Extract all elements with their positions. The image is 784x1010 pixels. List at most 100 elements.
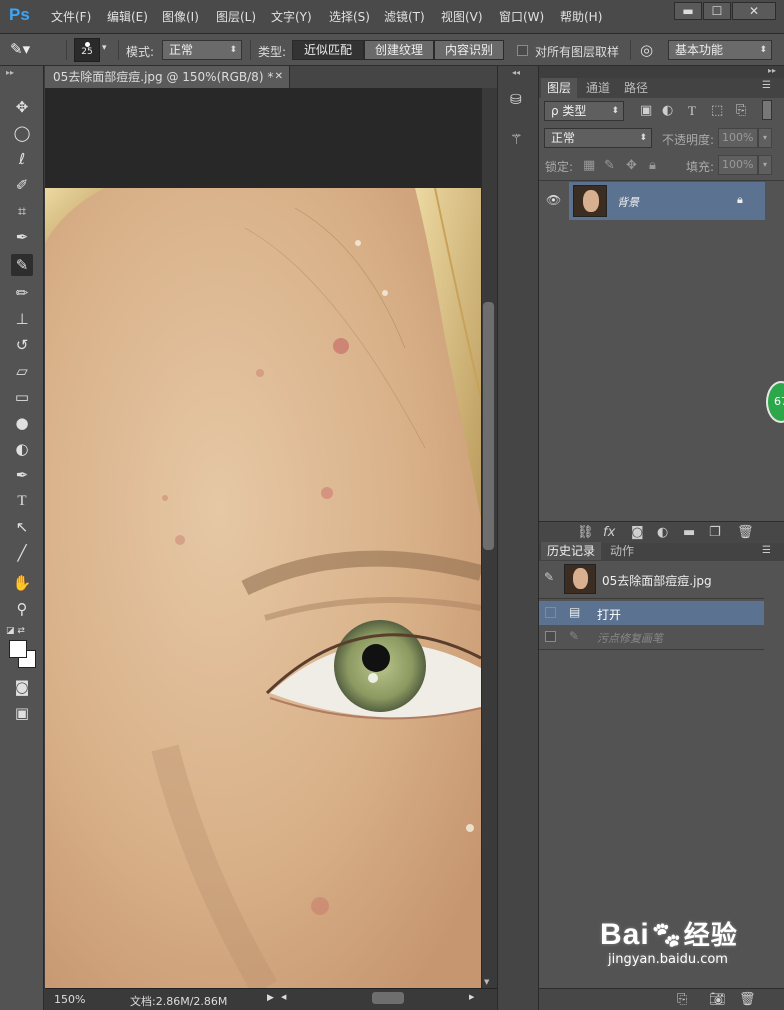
type-proximity-match[interactable]: 近似匹配 <box>292 40 364 60</box>
filter-type-icon[interactable]: T <box>688 103 696 119</box>
history-brush-source-checkbox[interactable] <box>545 631 556 642</box>
menu-filter[interactable]: 滤镜(T) <box>384 8 425 25</box>
tab-channels[interactable]: 通道 <box>580 78 616 98</box>
minimize-button[interactable]: ▬ <box>674 2 702 20</box>
fx-icon[interactable]: fx <box>603 525 615 540</box>
tool-presets-icon[interactable]: ⚚ <box>510 132 523 148</box>
horizontal-scroll-thumb[interactable] <box>372 992 404 1004</box>
pressure-icon[interactable]: ◎ <box>640 41 653 59</box>
document-tab[interactable]: 05去除面部痘痘.jpg @ 150%(RGB/8) * ✕ <box>45 66 290 88</box>
filter-adjustment-icon[interactable]: ◐ <box>662 103 673 118</box>
default-colors-icon[interactable]: ◪ ⇄ <box>6 626 25 636</box>
foreground-color-swatch[interactable] <box>9 640 27 658</box>
menu-type[interactable]: 文字(Y) <box>271 8 312 25</box>
collapse-icon[interactable]: ▸▸ <box>6 68 14 77</box>
vertical-scroll-thumb[interactable] <box>483 302 494 550</box>
menu-file[interactable]: 文件(F) <box>51 8 91 25</box>
menu-layer[interactable]: 图层(L) <box>216 8 256 25</box>
new-layer-icon[interactable]: ❐ <box>709 525 721 540</box>
fill-field[interactable]: 100% <box>718 155 758 175</box>
add-mask-icon[interactable]: ◙ <box>631 525 644 540</box>
hand-tool-icon[interactable]: ✋ <box>11 572 33 594</box>
lock-transparent-icon[interactable]: ▦ <box>583 158 595 173</box>
mode-select[interactable]: 正常 ⬍ <box>162 40 242 60</box>
lock-image-icon[interactable]: ✎ <box>604 158 615 173</box>
menu-image[interactable]: 图像(I) <box>162 8 199 25</box>
snapshot-source-brush-icon[interactable]: ✎ <box>544 570 554 584</box>
type-tool-icon[interactable]: T <box>11 490 33 512</box>
menu-select[interactable]: 选择(S) <box>329 8 370 25</box>
opacity-field[interactable]: 100% <box>718 128 758 148</box>
clone-stamp-icon[interactable]: ⊥ <box>11 308 33 330</box>
crop-tool-icon[interactable]: ⌗ <box>11 200 33 222</box>
snapshot-name[interactable]: 05去除面部痘痘.jpg <box>602 572 712 589</box>
menu-edit[interactable]: 编辑(E) <box>107 8 148 25</box>
spot-healing-brush-icon[interactable]: ✎ <box>11 254 33 276</box>
collapse-icon[interactable]: ▸▸ <box>768 66 776 75</box>
path-select-icon[interactable]: ↖ <box>11 516 33 538</box>
menu-window[interactable]: 窗口(W) <box>499 8 544 25</box>
status-menu-arrow-icon[interactable]: ▶ <box>267 993 274 1003</box>
lock-all-icon[interactable]: 🔒︎ <box>649 158 656 173</box>
maximize-button[interactable]: ☐ <box>703 2 731 20</box>
history-brush-icon[interactable]: ↺ <box>11 334 33 356</box>
tab-paths[interactable]: 路径 <box>618 78 654 98</box>
close-tab-icon[interactable]: ✕ <box>275 66 283 88</box>
tab-history[interactable]: 历史记录 <box>541 542 602 560</box>
chevron-down-icon[interactable]: ▾ <box>758 155 772 175</box>
quick-mask-icon[interactable]: ◙ <box>11 676 33 698</box>
tab-layers[interactable]: 图层 <box>541 78 578 98</box>
menu-view[interactable]: 视图(V) <box>441 8 483 25</box>
gradient-tool-icon[interactable]: ▭ <box>11 386 33 408</box>
blur-tool-icon[interactable]: ● <box>11 412 33 434</box>
menu-help[interactable]: 帮助(H) <box>560 8 602 25</box>
expand-icon[interactable]: ◂◂ <box>512 68 520 77</box>
filter-smart-object-icon[interactable]: ⎘ <box>736 103 746 118</box>
type-content-aware[interactable]: 内容识别 <box>434 40 504 60</box>
panel-menu-icon[interactable]: ☰ <box>762 545 771 556</box>
screen-mode-icon[interactable]: ▣ <box>11 702 33 724</box>
tab-actions[interactable]: 动作 <box>604 542 640 560</box>
zoom-level[interactable]: 150% <box>54 993 85 1006</box>
trash-icon[interactable]: 🗑︎ <box>737 525 754 540</box>
move-tool-icon[interactable]: ✥ <box>11 96 33 118</box>
scroll-left-arrow-icon[interactable]: ◀ <box>281 993 286 1001</box>
dodge-tool-icon[interactable]: ◐ <box>11 438 33 460</box>
pen-tool-icon[interactable]: ✒ <box>11 464 33 486</box>
document-canvas-photo[interactable] <box>45 188 481 988</box>
history-brush-source-checkbox[interactable] <box>545 607 556 618</box>
scroll-down-arrow-icon[interactable]: ▼ <box>484 978 489 986</box>
chevron-down-icon[interactable]: ▾ <box>102 43 107 53</box>
layer-visibility-eye-icon[interactable]: 👁︎ <box>546 193 561 207</box>
panel-menu-icon[interactable]: ☰ <box>762 80 771 91</box>
zoom-tool-icon[interactable]: ⚲ <box>11 598 33 620</box>
filter-pixel-icon[interactable]: ▣ <box>640 103 652 118</box>
quick-select-tool-icon[interactable]: ✐ <box>11 174 33 196</box>
eraser-tool-icon[interactable]: ▱ <box>11 360 33 382</box>
layer-filter-select[interactable]: ρ 类型 ⬍ <box>544 101 624 121</box>
3d-panel-icon[interactable]: ⛁ <box>510 92 522 108</box>
brush-tool-icon[interactable]: ✏ <box>11 282 33 304</box>
new-group-icon[interactable]: ▬ <box>683 525 695 540</box>
line-tool-icon[interactable]: ╱ <box>11 542 33 564</box>
eyedropper-tool-icon[interactable]: ✒ <box>11 226 33 248</box>
lasso-tool-icon[interactable]: ℓ <box>11 148 33 170</box>
marquee-tool-icon[interactable]: ◯ <box>11 122 33 144</box>
brush-size-picker[interactable]: 25 <box>74 38 100 62</box>
layer-row-background[interactable]: 背景 🔒︎ <box>569 182 765 220</box>
lock-position-icon[interactable]: ✥ <box>626 158 637 173</box>
filter-toggle[interactable] <box>762 100 772 120</box>
sample-all-layers-checkbox[interactable] <box>517 45 528 56</box>
history-state-spot-healing[interactable]: ✎ 污点修复画笔 <box>539 625 764 649</box>
adjustment-layer-icon[interactable]: ◐ <box>657 525 668 540</box>
type-create-texture[interactable]: 创建纹理 <box>364 40 434 60</box>
link-layers-icon[interactable]: ⛓ <box>577 525 594 540</box>
workspace-select[interactable]: 基本功能 ⬍ <box>668 40 772 60</box>
history-state-open[interactable]: ▤ 打开 <box>539 601 764 625</box>
blend-mode-select[interactable]: 正常 ⬍ <box>544 128 652 148</box>
layer-name[interactable]: 背景 <box>617 194 639 210</box>
filter-shape-icon[interactable]: ⬚ <box>711 103 723 118</box>
chevron-down-icon[interactable]: ▾ <box>758 128 772 148</box>
close-button[interactable]: ✕ <box>732 2 776 20</box>
scroll-right-arrow-icon[interactable]: ▶ <box>469 993 474 1001</box>
